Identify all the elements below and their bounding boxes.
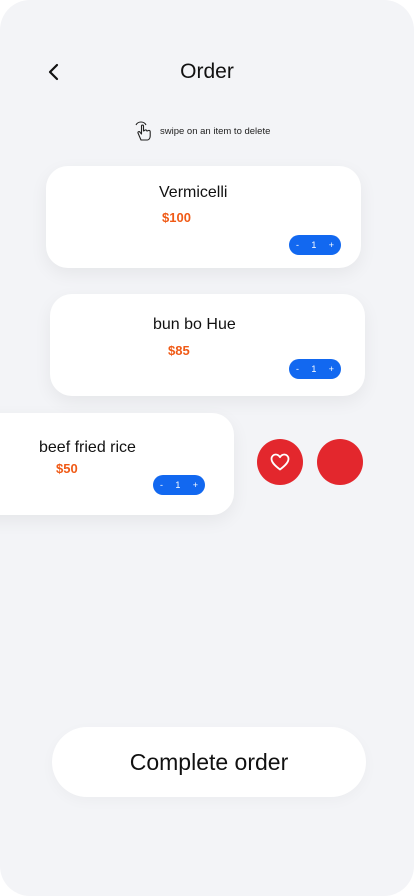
swipe-hand-icon	[135, 121, 151, 141]
item-name: Vermicelli	[159, 184, 228, 201]
quantity-stepper: - 1 +	[289, 359, 341, 379]
swipe-hint: swipe on an item to delete	[134, 120, 270, 142]
increment-button[interactable]: +	[329, 235, 334, 255]
quantity-value: 1	[311, 364, 317, 374]
quantity-value: 1	[175, 480, 181, 490]
increment-button[interactable]: +	[329, 359, 334, 379]
swipe-hint-text: swipe on an item to delete	[160, 125, 271, 137]
decrement-button[interactable]: -	[296, 359, 299, 379]
order-item-card[interactable]: bun bo Hue $85 - 1 +	[50, 294, 365, 396]
item-price: $100	[162, 210, 191, 225]
page-title: Order	[180, 60, 234, 83]
heart-icon	[270, 453, 290, 471]
order-item-card[interactable]: beef fried rice $50 - 1 +	[0, 413, 234, 515]
increment-button[interactable]: +	[193, 475, 198, 495]
favorite-button[interactable]	[257, 439, 303, 485]
complete-order-button[interactable]: Complete order	[52, 727, 366, 797]
delete-button[interactable]	[317, 439, 363, 485]
item-price: $50	[56, 461, 78, 476]
item-price: $85	[168, 343, 190, 358]
quantity-stepper: - 1 +	[153, 475, 205, 495]
order-screen: Order swipe on an item to delete Vermice…	[0, 0, 414, 896]
quantity-value: 1	[311, 240, 317, 250]
decrement-button[interactable]: -	[296, 235, 299, 255]
item-name: bun bo Hue	[153, 316, 236, 333]
order-item-card[interactable]: Vermicelli $100 - 1 +	[46, 166, 361, 268]
item-name: beef fried rice	[39, 439, 136, 456]
decrement-button[interactable]: -	[160, 475, 163, 495]
quantity-stepper: - 1 +	[289, 235, 341, 255]
